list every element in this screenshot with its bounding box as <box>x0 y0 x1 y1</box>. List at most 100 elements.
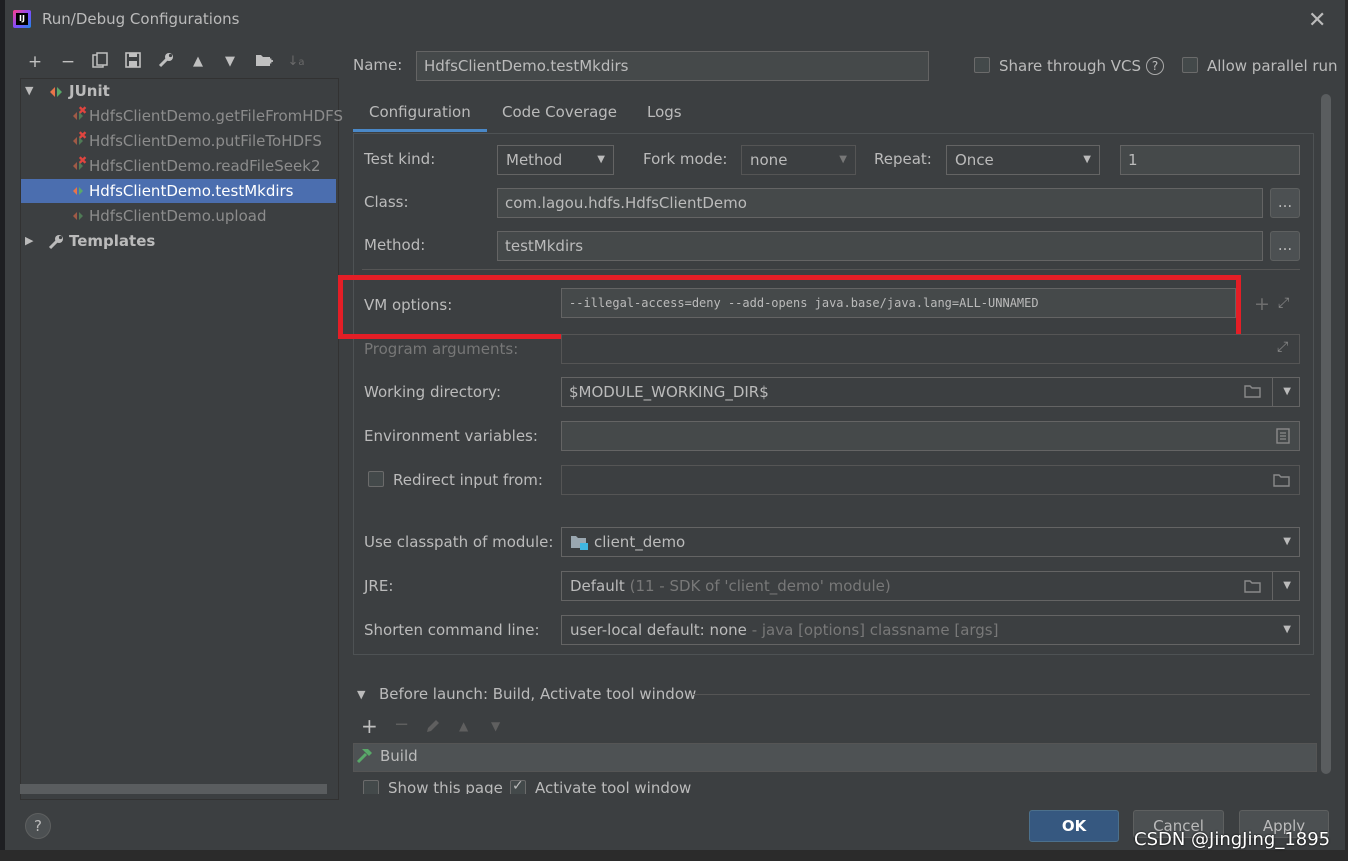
test-kind-select[interactable]: Method ▼ <box>497 145 614 175</box>
environment-variables-input[interactable] <box>561 421 1300 451</box>
program-arguments-input[interactable] <box>561 334 1300 364</box>
hammer-icon <box>355 746 375 768</box>
tree-item-upload[interactable]: HdfsClientDemo.upload <box>69 204 336 228</box>
tree-item-putfiletohdfs[interactable]: ✖ HdfsClientDemo.putFileToHDFS <box>69 129 336 153</box>
ok-button[interactable]: OK <box>1029 810 1119 842</box>
tree-group-templates[interactable]: Templates <box>69 229 155 253</box>
sort-icon[interactable]: ↓a <box>284 52 308 72</box>
remove-icon[interactable]: − <box>56 52 80 72</box>
tree-item-label: HdfsClientDemo.testMkdirs <box>89 182 294 200</box>
remove-task-icon[interactable]: − <box>394 714 409 735</box>
watermark: CSDN @JingJing_1895 <box>1134 829 1331 850</box>
add-icon[interactable]: + <box>23 52 47 72</box>
tree-item-testmkdirs[interactable]: HdfsClientDemo.testMkdirs <box>21 179 336 203</box>
working-directory-dropdown[interactable]: ▼ <box>1272 377 1300 407</box>
test-kind-value: Method <box>506 151 563 169</box>
edit-task-icon[interactable] <box>425 718 441 738</box>
method-input[interactable]: testMkdirs <box>497 231 1263 261</box>
separator <box>362 269 1300 270</box>
error-icon: ✖ <box>78 154 88 167</box>
move-task-down-icon[interactable]: ▼ <box>491 719 500 733</box>
move-up-icon[interactable]: ▲ <box>186 52 210 72</box>
chevron-down-icon: ▼ <box>597 154 605 165</box>
tree-item-label: HdfsClientDemo.readFileSeek2 <box>89 157 321 175</box>
tree-item-label: HdfsClientDemo.getFileFromHDFS <box>89 107 344 125</box>
add-task-icon[interactable]: + <box>361 714 378 738</box>
chevron-down-icon: ▼ <box>839 154 847 165</box>
folder-icon[interactable] <box>1244 383 1262 403</box>
move-task-up-icon[interactable]: ▲ <box>459 719 468 733</box>
method-label: Method: <box>364 236 426 254</box>
junit-icon <box>50 87 62 97</box>
wrench-icon[interactable] <box>154 52 178 72</box>
move-down-icon[interactable]: ▼ <box>218 52 242 72</box>
dialog-title: Run/Debug Configurations <box>42 10 240 28</box>
fork-mode-value: none <box>750 151 788 169</box>
redirect-input-field[interactable] <box>561 465 1300 495</box>
tree-group-junit[interactable]: JUnit <box>69 79 110 103</box>
environment-variables-label: Environment variables: <box>364 427 538 445</box>
expand-junit-arrow-icon[interactable]: ▼ <box>25 84 33 97</box>
tab-code-coverage[interactable]: Code Coverage <box>486 92 633 132</box>
save-icon[interactable] <box>121 52 145 72</box>
allow-parallel-checkbox[interactable] <box>1182 57 1198 73</box>
fork-mode-label: Fork mode: <box>643 150 728 168</box>
copy-icon[interactable] <box>88 52 112 72</box>
chevron-down-icon: ▼ <box>1083 154 1091 165</box>
module-folder-icon <box>571 536 588 550</box>
tree-item-getfilefromhdfs[interactable]: ✖ HdfsClientDemo.getFileFromHDFS <box>69 104 343 128</box>
tab-logs[interactable]: Logs <box>631 92 698 132</box>
class-input[interactable]: com.lagou.hdfs.HdfsClientDemo <box>497 188 1263 218</box>
method-browse-button[interactable]: ... <box>1270 231 1300 261</box>
vertical-scrollbar[interactable] <box>1321 94 1331 774</box>
collapse-before-launch-icon[interactable]: ▼ <box>357 688 365 701</box>
activate-tool-window-checkbox[interactable] <box>510 778 526 794</box>
working-directory-label: Working directory: <box>364 383 502 401</box>
name-label: Name: <box>353 56 403 74</box>
highlight-box <box>338 275 1241 339</box>
repeat-label: Repeat: <box>874 150 932 168</box>
chevron-down-icon: ▼ <box>1283 624 1291 635</box>
help-icon[interactable]: ? <box>1146 57 1164 75</box>
tree-horizontal-scrollbar[interactable] <box>20 784 327 794</box>
repeat-count-input[interactable]: 1 <box>1120 145 1300 175</box>
repeat-select[interactable]: Once ▼ <box>946 145 1100 175</box>
expand-icon[interactable]: ⤢ <box>1278 295 1289 311</box>
expand-icon[interactable]: ⤢ <box>1277 339 1288 355</box>
repeat-value: Once <box>955 151 994 169</box>
class-browse-button[interactable]: ... <box>1270 188 1300 218</box>
tree-item-readfileseek2[interactable]: ✖ HdfsClientDemo.readFileSeek2 <box>69 154 336 178</box>
jre-value: Default <box>570 577 625 595</box>
help-button[interactable]: ? <box>25 813 51 839</box>
jre-dropdown[interactable]: ▼ <box>1272 571 1300 601</box>
folder-add-icon[interactable] <box>252 52 276 72</box>
jre-select[interactable]: Default (11 - SDK of 'client_demo' modul… <box>561 571 1273 601</box>
expand-templates-arrow-icon[interactable]: ▶ <box>25 234 33 247</box>
tab-configuration[interactable]: Configuration <box>353 92 487 132</box>
error-icon: ✖ <box>78 104 88 117</box>
jre-label: JRE: <box>364 577 394 595</box>
before-launch-task-build[interactable] <box>353 743 1317 772</box>
class-label: Class: <box>364 193 409 211</box>
test-kind-label: Test kind: <box>364 150 436 168</box>
fork-mode-select[interactable]: none ▼ <box>741 145 856 175</box>
classpath-module-select[interactable]: client_demo ▼ <box>561 527 1300 557</box>
folder-icon[interactable] <box>1273 472 1291 492</box>
add-icon[interactable]: + <box>1254 293 1270 315</box>
tree-item-label: HdfsClientDemo.upload <box>89 207 267 225</box>
name-input[interactable]: HdfsClientDemo.testMkdirs <box>416 51 929 81</box>
shorten-value: user-local default: none <box>570 621 747 639</box>
working-directory-input[interactable]: $MODULE_WORKING_DIR$ <box>561 377 1273 407</box>
show-page-checkbox[interactable] <box>363 780 379 794</box>
wrench-icon <box>48 235 63 250</box>
classpath-module-value: client_demo <box>594 533 686 551</box>
share-vcs-checkbox[interactable] <box>974 57 990 73</box>
background-editor-strip <box>0 850 1348 861</box>
redirect-input-checkbox[interactable] <box>368 471 384 487</box>
show-page-label: Show this page <box>388 779 503 794</box>
shorten-command-line-select[interactable]: user-local default: none - java [options… <box>561 615 1300 645</box>
chevron-down-icon: ▼ <box>1283 386 1291 397</box>
close-icon[interactable]: ✕ <box>1308 8 1326 33</box>
folder-icon[interactable] <box>1244 578 1262 598</box>
list-icon[interactable] <box>1276 428 1290 448</box>
